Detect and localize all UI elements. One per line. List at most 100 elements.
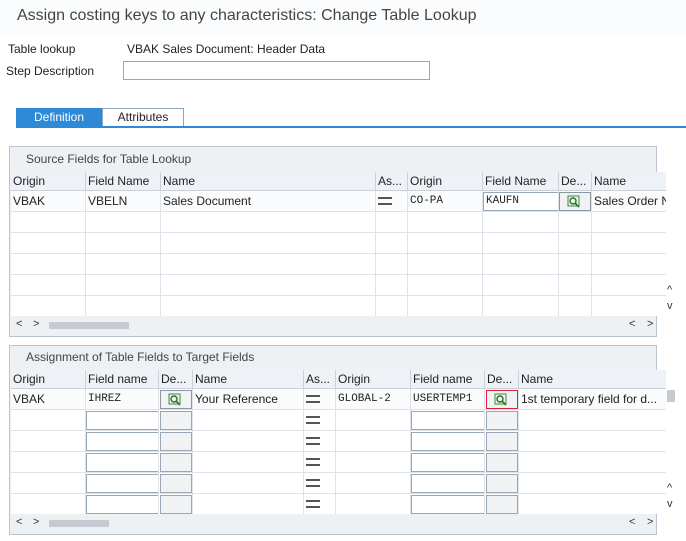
col-details[interactable]: De... xyxy=(159,370,193,389)
col-target-origin[interactable]: Origin xyxy=(336,370,411,389)
tab-definition[interactable]: Definition xyxy=(16,108,102,127)
table-row[interactable] xyxy=(11,254,667,275)
equals-icon xyxy=(378,197,392,205)
scroll-left-icon[interactable]: < xyxy=(629,318,635,330)
scroll-down-icon[interactable]: v xyxy=(667,498,673,510)
cell-details xyxy=(559,191,592,212)
target-field-input[interactable] xyxy=(411,453,484,472)
col-target-field-name[interactable]: Field Name xyxy=(483,172,559,191)
scroll-right-icon[interactable]: > xyxy=(647,516,653,528)
source-vertical-scrollbar[interactable]: ^ v xyxy=(666,172,676,316)
scroll-up-icon[interactable]: ^ xyxy=(667,482,672,494)
col-name[interactable]: Name xyxy=(161,172,376,191)
equals-icon xyxy=(306,437,320,445)
table-lookup-label-box: Table lookup xyxy=(4,41,122,59)
cell-field-name: IHREZ xyxy=(86,389,159,410)
field-name-input[interactable] xyxy=(86,495,158,514)
col-assign[interactable]: As... xyxy=(304,370,336,389)
table-row[interactable] xyxy=(11,431,667,452)
target-field-input[interactable] xyxy=(411,432,484,451)
field-name-input[interactable] xyxy=(86,453,158,472)
step-description-label: Step Description xyxy=(6,64,95,78)
col-target-name[interactable]: Name xyxy=(519,370,667,389)
cell-target-name: Sales Order Number xyxy=(592,191,667,212)
field-name-input[interactable] xyxy=(86,432,158,451)
equals-icon xyxy=(306,479,320,487)
scroll-right-icon[interactable]: > xyxy=(33,516,39,528)
scroll-left-icon[interactable]: < xyxy=(629,516,635,528)
details-button[interactable] xyxy=(559,192,591,211)
tab-underline xyxy=(16,126,686,128)
table-row[interactable] xyxy=(11,452,667,473)
assignment-table: Origin Field name De... Name As... Origi… xyxy=(11,370,667,514)
details-button[interactable] xyxy=(160,411,192,430)
cell-name: Sales Document xyxy=(161,191,376,212)
scroll-left-icon[interactable]: < xyxy=(16,516,22,528)
table-row[interactable] xyxy=(11,275,667,296)
equals-icon xyxy=(306,416,320,424)
source-fields-table: Origin Field Name Name As... Origin Fiel… xyxy=(11,172,667,316)
assignment-vertical-scrollbar[interactable]: ^ v xyxy=(666,370,676,514)
step-description-input[interactable] xyxy=(123,61,430,80)
target-field-input[interactable] xyxy=(411,411,484,430)
col-assign[interactable]: As... xyxy=(376,172,408,191)
cell-target-details xyxy=(485,389,519,410)
target-details-button[interactable] xyxy=(486,432,518,451)
target-field-input[interactable] xyxy=(411,474,484,493)
col-target-field-name[interactable]: Field name xyxy=(411,370,485,389)
scroll-up-icon[interactable]: ^ xyxy=(667,284,672,296)
col-name[interactable]: Name xyxy=(193,370,304,389)
target-field-input[interactable]: KAUFN xyxy=(483,192,558,211)
scroll-right-icon[interactable]: > xyxy=(33,318,39,330)
col-field-name[interactable]: Field name xyxy=(86,370,159,389)
col-target-name[interactable]: Name xyxy=(592,172,667,191)
col-target-details[interactable]: De... xyxy=(485,370,519,389)
target-details-button[interactable] xyxy=(486,495,518,514)
details-button[interactable] xyxy=(160,390,192,409)
assignment-horizontal-scrollbar[interactable]: < > < > xyxy=(11,516,667,530)
table-header-row: Origin Field name De... Name As... Origi… xyxy=(11,370,667,389)
scroll-thumb[interactable] xyxy=(49,520,109,527)
step-description-label-box: Step Description xyxy=(4,62,122,80)
source-horizontal-scrollbar[interactable]: < > < > xyxy=(11,318,667,332)
details-button[interactable] xyxy=(160,495,192,514)
scroll-right-icon[interactable]: > xyxy=(647,318,653,330)
scroll-down-icon[interactable]: v xyxy=(667,300,673,312)
details-button[interactable] xyxy=(160,474,192,493)
table-header-row: Origin Field Name Name As... Origin Fiel… xyxy=(11,172,667,191)
cell-target-origin: GLOBAL-2 xyxy=(336,389,411,410)
table-row[interactable] xyxy=(11,410,667,431)
equals-icon xyxy=(306,500,320,508)
table-row[interactable] xyxy=(11,494,667,514)
scroll-left-icon[interactable]: < xyxy=(16,318,22,330)
scroll-thumb[interactable] xyxy=(667,390,675,402)
target-details-button[interactable] xyxy=(486,453,518,472)
target-details-button[interactable] xyxy=(486,390,518,409)
col-origin[interactable]: Origin xyxy=(11,370,86,389)
details-magnifier-icon xyxy=(168,393,181,406)
field-name-input[interactable] xyxy=(86,474,158,493)
col-field-name[interactable]: Field Name xyxy=(86,172,161,191)
cell-target-field: KAUFN xyxy=(483,191,559,212)
table-row[interactable] xyxy=(11,233,667,254)
table-row[interactable] xyxy=(11,296,667,316)
col-origin[interactable]: Origin xyxy=(11,172,86,191)
table-row[interactable] xyxy=(11,473,667,494)
target-details-button[interactable] xyxy=(486,474,518,493)
table-row[interactable]: VBAK VBELN Sales Document CO-PA KAUFN Sa… xyxy=(11,191,667,212)
target-field-input[interactable] xyxy=(411,495,484,514)
cell-assign xyxy=(376,191,408,212)
tab-attributes[interactable]: Attributes xyxy=(102,108,184,127)
details-button[interactable] xyxy=(160,432,192,451)
field-name-input[interactable] xyxy=(86,411,158,430)
details-magnifier-icon xyxy=(567,195,580,208)
table-row[interactable]: VBAK IHREZ Your Reference GLOBAL-2 USERT… xyxy=(11,389,667,410)
col-target-origin[interactable]: Origin xyxy=(408,172,483,191)
cell-assign xyxy=(304,389,336,410)
table-row[interactable] xyxy=(11,212,667,233)
target-details-button[interactable] xyxy=(486,411,518,430)
details-button[interactable] xyxy=(160,453,192,472)
assignment-panel-title: Assignment of Table Fields to Target Fie… xyxy=(26,350,255,364)
col-details[interactable]: De... xyxy=(559,172,592,191)
scroll-thumb[interactable] xyxy=(49,322,129,329)
